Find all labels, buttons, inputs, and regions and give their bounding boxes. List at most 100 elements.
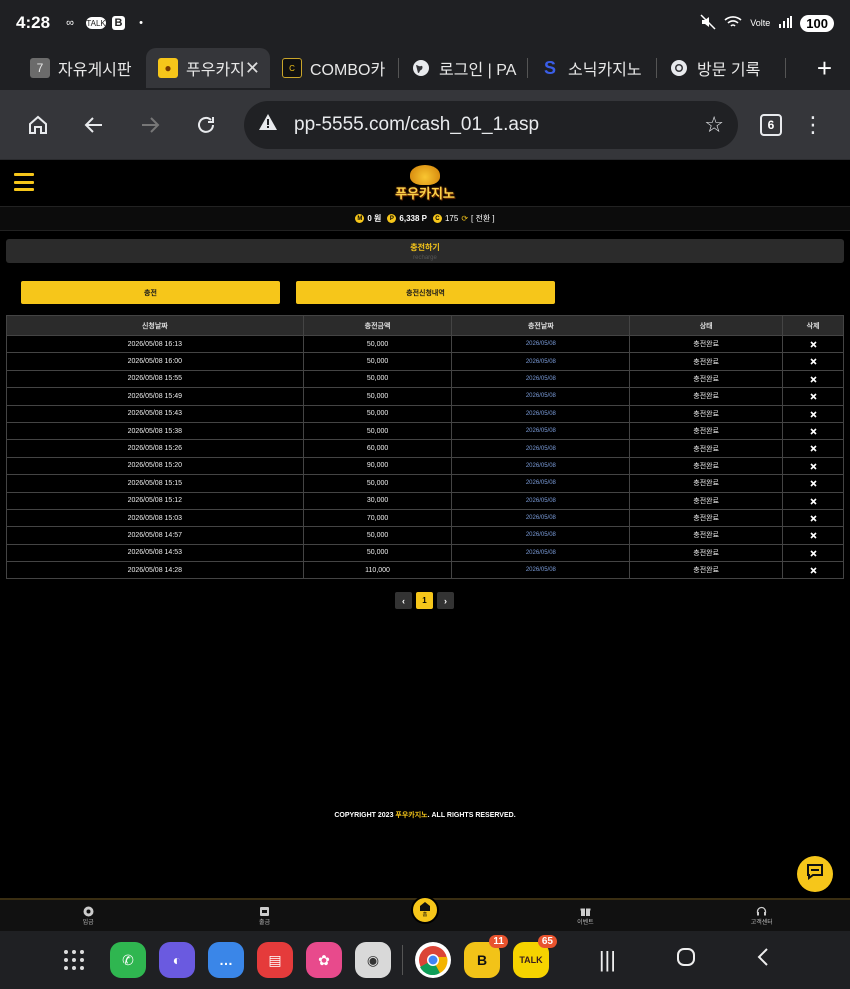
charge-date-cell[interactable]: 2026/05/08: [451, 491, 631, 510]
band-app-icon[interactable]: B 11: [464, 935, 508, 978]
tab-switcher-button[interactable]: 6: [760, 113, 782, 136]
next-page-button[interactable]: ›: [437, 592, 454, 609]
bookmark-star-icon[interactable]: ☆: [704, 112, 724, 138]
amount-cell: 70,000: [302, 508, 453, 528]
sonic-icon: S: [543, 57, 556, 78]
kakaotalk-app-icon[interactable]: TALK 65: [513, 935, 557, 978]
delete-x-icon[interactable]: [809, 531, 817, 540]
status-cell: 충전완료: [629, 334, 784, 354]
pooh-icon: ●: [158, 58, 178, 78]
delete-x-icon[interactable]: [809, 409, 817, 418]
nav-customer-center[interactable]: 고객센터: [732, 905, 792, 926]
charge-date-cell[interactable]: 2026/05/08: [451, 526, 631, 545]
gallery-app-icon[interactable]: ✿: [306, 942, 342, 978]
charge-date-cell[interactable]: 2026/05/08: [451, 352, 631, 371]
status-cell: 충전완료: [629, 474, 784, 493]
amount-cell: 50,000: [302, 334, 453, 354]
charge-date-cell[interactable]: 2026/05/08: [451, 543, 631, 563]
balance-bar: M 0 원 P 6,338 P C 175 ⟳ [ 전환 ]: [0, 207, 850, 231]
status-cell: 충전완료: [629, 456, 784, 476]
request-date-cell: 2026/05/08 15:49: [6, 387, 304, 406]
delete-x-icon[interactable]: [809, 427, 817, 436]
infinity-icon: ∞: [66, 17, 74, 29]
charge-date-cell[interactable]: 2026/05/08: [451, 387, 631, 406]
menu-icon[interactable]: ⋮: [802, 112, 824, 138]
delete-x-icon[interactable]: [809, 514, 817, 523]
forward-icon[interactable]: [130, 105, 170, 145]
delete-x-icon[interactable]: [809, 357, 817, 366]
phone-app-icon[interactable]: ✆: [110, 942, 146, 978]
tab-free-board[interactable]: 7 자유게시판: [18, 48, 146, 88]
delete-x-icon[interactable]: [809, 566, 817, 575]
notes-app-icon[interactable]: ▤: [257, 942, 293, 978]
delete-x-icon[interactable]: [809, 496, 817, 505]
back-nav-icon[interactable]: [756, 947, 770, 973]
not-secure-icon[interactable]: [258, 113, 278, 136]
address-bar[interactable]: pp-5555.com/cash_01_1.asp ☆: [244, 100, 738, 149]
delete-x-icon[interactable]: [809, 548, 817, 557]
nav-home[interactable]: 홈: [410, 895, 439, 924]
home-button-icon[interactable]: [676, 947, 696, 973]
reload-icon[interactable]: [186, 105, 226, 145]
charge-date-cell[interactable]: 2026/05/08: [451, 439, 631, 458]
point-coin-icon: P: [387, 214, 397, 223]
charge-date-cell[interactable]: 2026/05/08: [451, 508, 631, 528]
chat-button[interactable]: [797, 856, 833, 892]
camera-app-icon[interactable]: ◉: [355, 942, 391, 978]
messages-app-icon[interactable]: …: [208, 942, 244, 978]
section-subtitle: recharge: [413, 255, 437, 261]
convert-link[interactable]: [ 전환 ]: [471, 213, 495, 224]
browser-toolbar: pp-5555.com/cash_01_1.asp ☆ 6 ⋮: [0, 90, 850, 160]
charge-history-button[interactable]: 충전신청내역: [296, 281, 555, 304]
talk-icon: TALK: [86, 17, 107, 29]
prev-page-button[interactable]: ‹: [395, 592, 412, 609]
logo-text: 푸우카지노: [395, 185, 455, 201]
charge-date-cell[interactable]: 2026/05/08: [451, 369, 631, 389]
tab-pooh-casino[interactable]: ● 푸우카지 ✕: [146, 48, 270, 88]
action-buttons: 충전 충전신청내역: [21, 281, 555, 304]
close-tab-icon[interactable]: ✕: [245, 58, 260, 79]
tab-history[interactable]: 방문 기록: [657, 48, 785, 88]
charge-date-cell[interactable]: 2026/05/08: [451, 334, 631, 354]
charge-button[interactable]: 충전: [21, 281, 280, 304]
tab-login[interactable]: 로그인 | PA: [399, 48, 527, 88]
hamburger-menu-icon[interactable]: [14, 173, 34, 191]
site-logo[interactable]: 푸우카지노: [395, 164, 455, 202]
page-1-button[interactable]: 1: [416, 592, 433, 609]
table-row: 2026/05/08 14:53 50,000 2026/05/08 충전완료: [6, 543, 844, 563]
nav-event[interactable]: 이벤트: [555, 905, 615, 926]
charge-date-cell[interactable]: 2026/05/08: [451, 421, 631, 441]
delete-x-icon[interactable]: [809, 444, 817, 453]
charge-date-cell[interactable]: 2026/05/08: [451, 474, 631, 493]
home-icon[interactable]: [18, 105, 58, 145]
tab-combo[interactable]: C COMBO카: [270, 48, 398, 88]
section-header: 충전하기 recharge: [6, 239, 844, 263]
back-icon[interactable]: [74, 105, 114, 145]
delete-x-icon[interactable]: [809, 461, 817, 470]
delete-x-icon[interactable]: [809, 479, 817, 488]
gift-icon: [579, 905, 591, 917]
delete-x-icon[interactable]: [809, 340, 817, 349]
internet-app-icon[interactable]: ◐: [159, 942, 195, 978]
delete-x-icon[interactable]: [809, 374, 817, 383]
delete-x-icon[interactable]: [809, 392, 817, 401]
nav-withdraw[interactable]: 출금: [235, 905, 295, 926]
chrome-app-icon[interactable]: [415, 942, 451, 978]
new-tab-icon[interactable]: +: [817, 53, 832, 84]
nav-deposit[interactable]: 입금: [58, 905, 118, 926]
recents-icon[interactable]: |||: [599, 947, 616, 973]
refresh-icon[interactable]: ⟳: [461, 214, 468, 223]
col-header-status: 상태: [629, 315, 784, 336]
charge-date-cell[interactable]: 2026/05/08: [451, 456, 631, 476]
tab-sonic-casino[interactable]: S 소닉카지노: [528, 48, 656, 88]
history-icon: [669, 58, 689, 78]
tab-title: 로그인 | PA: [439, 62, 517, 79]
bottom-navigation: 입금 출금 홈 이벤트 고객센터: [0, 895, 850, 931]
request-date-cell: 2026/05/08 15:26: [6, 439, 304, 458]
charge-date-cell[interactable]: 2026/05/08: [451, 561, 631, 580]
charge-date-cell[interactable]: 2026/05/08: [451, 404, 631, 423]
app-drawer-icon[interactable]: [64, 950, 86, 970]
table-row: 2026/05/08 15:55 50,000 2026/05/08 충전완료: [6, 369, 844, 389]
tab-title: COMBO카: [310, 62, 386, 79]
request-date-cell: 2026/05/08 15:20: [6, 456, 304, 476]
